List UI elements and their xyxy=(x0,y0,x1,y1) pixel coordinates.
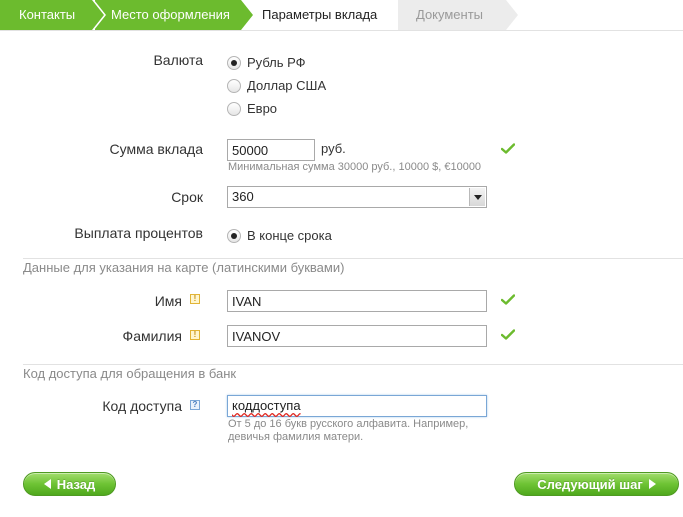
term-select-value: 360 xyxy=(232,189,254,204)
chevron-down-icon[interactable] xyxy=(469,188,485,206)
access-code-input[interactable]: коддоступа xyxy=(227,395,487,417)
payout-option-end[interactable]: В конце срока xyxy=(227,227,377,245)
first-name-label: Имя xyxy=(154,293,182,309)
valid-check-icon xyxy=(501,294,515,305)
valid-check-icon xyxy=(501,143,515,154)
access-code-hint: От 5 до 16 букв русского алфавита. Напри… xyxy=(228,418,469,443)
radio-checked-icon[interactable] xyxy=(227,56,241,70)
arrow-left-icon xyxy=(43,479,51,489)
last-name-label: Фамилия xyxy=(122,328,182,344)
radio-icon[interactable] xyxy=(227,79,241,93)
term-label: Срок xyxy=(171,189,203,205)
access-code-value: коддоступа xyxy=(232,398,301,413)
currency-option-eur[interactable]: Евро xyxy=(227,100,377,118)
amount-input[interactable] xyxy=(227,139,315,161)
amount-label: Сумма вклада xyxy=(109,141,203,157)
access-code-label: Код доступа xyxy=(102,398,182,414)
currency-option-usd[interactable]: Доллар США xyxy=(227,77,377,95)
last-name-input[interactable] xyxy=(227,325,487,347)
payout-label: Выплата процентов xyxy=(74,225,203,241)
amount-unit: руб. xyxy=(321,141,346,156)
tab-contacts-label: Контакты xyxy=(19,7,76,22)
radio-icon[interactable] xyxy=(227,102,241,116)
back-button[interactable]: Назад xyxy=(23,472,116,496)
section-divider xyxy=(23,364,683,365)
next-step-button[interactable]: Следующий шаг xyxy=(514,472,679,496)
term-select[interactable]: 360 xyxy=(227,186,487,208)
arrow-right-icon xyxy=(648,479,656,489)
card-section-title: Данные для указания на карте (латинскими… xyxy=(23,260,345,275)
section-divider xyxy=(23,258,683,259)
tab-office-label: Место оформления xyxy=(111,7,230,22)
access-section-title: Код доступа для обращения в банк xyxy=(23,366,237,381)
help-icon[interactable]: ? xyxy=(190,400,200,410)
info-icon[interactable]: ! xyxy=(190,294,200,304)
currency-label: Валюта xyxy=(153,52,203,68)
tab-documents-label: Документы xyxy=(416,7,484,22)
info-icon[interactable]: ! xyxy=(190,330,200,340)
tab-deposit-params-label: Параметры вклада xyxy=(262,7,378,22)
tab-office[interactable]: Место оформления xyxy=(95,0,255,30)
tab-divider xyxy=(0,30,683,31)
tab-deposit-params[interactable]: Параметры вклада xyxy=(254,0,398,30)
currency-option-rub[interactable]: Рубль РФ xyxy=(227,54,377,72)
tab-documents[interactable]: Документы xyxy=(398,0,518,30)
tab-contacts[interactable]: Контакты xyxy=(0,0,106,30)
amount-hint: Минимальная сумма 30000 руб., 10000 $, €… xyxy=(228,161,482,173)
radio-checked-icon[interactable] xyxy=(227,229,241,243)
first-name-input[interactable] xyxy=(227,290,487,312)
step-tabs: Контакты Место оформления Параметры вкла… xyxy=(0,0,683,30)
valid-check-icon xyxy=(501,329,515,340)
